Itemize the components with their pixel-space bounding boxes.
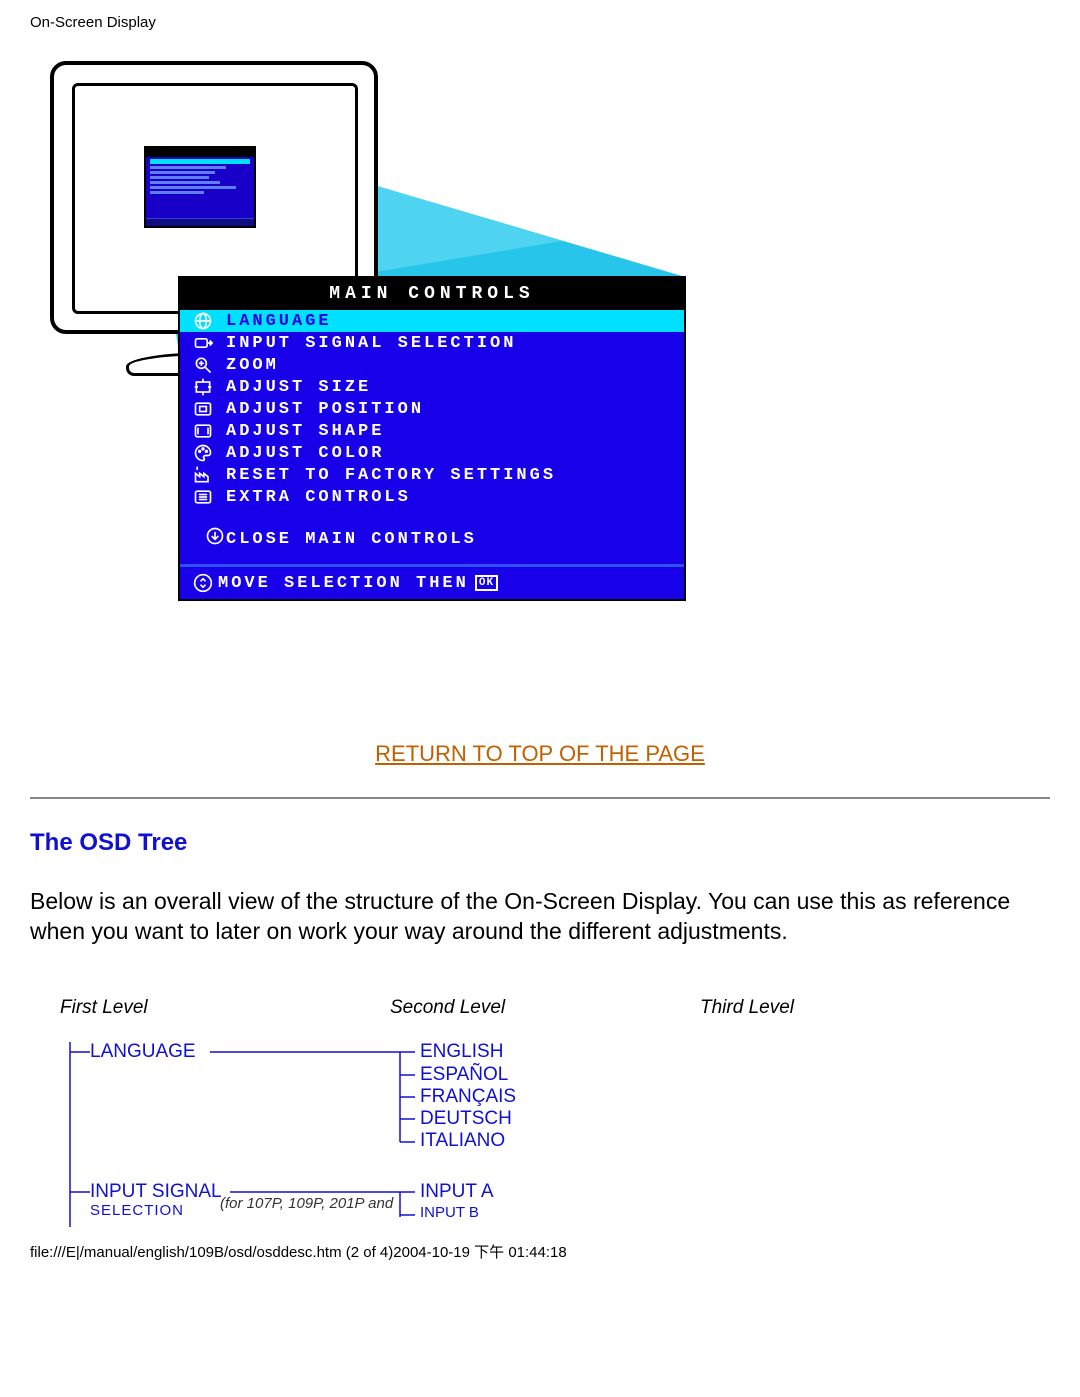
tree-item-input-signal-sub: SELECTION [90,1202,184,1219]
osd-panel: MAIN CONTROLS LANGUAGE INPUT SIGNAL SELE… [178,276,686,601]
size-icon [188,377,218,397]
tree-lang-francais: FRANÇAIS [420,1086,516,1108]
section-title: The OSD Tree [30,829,1050,857]
palette-icon [188,443,218,463]
tree-lang-espanol: ESPAÑOL [420,1064,508,1086]
osd-item-zoom[interactable]: ZOOM [180,354,684,376]
list-icon [188,487,218,507]
return-to-top-link[interactable]: RETURN TO TOP OF THE PAGE [375,741,705,766]
osd-item-adjust-size[interactable]: ADJUST SIZE [180,376,684,398]
osd-item-input-signal[interactable]: INPUT SIGNAL SELECTION [180,332,684,354]
osd-item-label: INPUT SIGNAL SELECTION [218,334,516,353]
input-icon [188,333,218,353]
section-body: Below is an overall view of the structur… [30,887,1050,947]
osd-item-label: EXTRA CONTROLS [218,488,411,507]
tree-lang-english: ENGLISH [420,1041,503,1063]
tree-lang-deutsch: DEUTSCH [420,1108,512,1130]
osd-close[interactable]: CLOSE MAIN CONTROLS [180,524,684,554]
osd-item-extra[interactable]: EXTRA CONTROLS [180,486,684,508]
osd-item-label: LANGUAGE [218,312,332,331]
page-footer-path: file:///E|/manual/english/109B/osd/osdde… [0,1237,1080,1270]
tree-input-b-partial: INPUT B [420,1204,479,1221]
osd-item-label: RESET TO FACTORY SETTINGS [218,466,556,485]
osd-item-language[interactable]: LANGUAGE [180,310,684,332]
updown-icon [188,573,218,593]
osd-item-adjust-color[interactable]: ADJUST COLOR [180,442,684,464]
divider [30,797,1050,799]
tree-lang-italiano: ITALIANO [420,1130,505,1152]
osd-item-label: ZOOM [218,356,279,375]
osd-item-adjust-position[interactable]: ADJUST POSITION [180,398,684,420]
close-down-icon [204,526,226,552]
osd-footer: MOVE SELECTION THEN OK [180,564,684,599]
osd-close-label: CLOSE MAIN CONTROLS [226,530,477,549]
tree-item-language: LANGUAGE [90,1041,196,1063]
osd-item-reset[interactable]: RESET TO FACTORY SETTINGS [180,464,684,486]
osd-illustration: MAIN CONTROLS LANGUAGE INPUT SIGNAL SELE… [30,61,730,681]
osd-item-label: ADJUST SHAPE [218,422,384,441]
osd-footer-text: MOVE SELECTION THEN [218,574,469,593]
osd-item-label: ADJUST COLOR [218,444,384,463]
shape-icon [188,421,218,441]
osd-item-label: ADJUST SIZE [218,378,371,397]
osd-item-label: ADJUST POSITION [218,400,424,419]
ok-button-icon: OK [475,575,498,591]
factory-icon [188,465,218,485]
mini-osd-preview [144,146,256,228]
position-icon [188,399,218,419]
osd-tree-figure: First Level Second Level Third Level [30,997,990,1227]
return-link-container: RETURN TO TOP OF THE PAGE [30,741,1050,767]
zoom-icon [188,355,218,375]
osd-title: MAIN CONTROLS [180,278,684,310]
tree-item-input-signal: INPUT SIGNAL [90,1181,222,1203]
tree-input-a: INPUT A [420,1181,494,1203]
globe-icon [188,311,218,331]
osd-item-adjust-shape[interactable]: ADJUST SHAPE [180,420,684,442]
page-header: On-Screen Display [30,14,1050,31]
tree-item-note: (for 107P, 109P, 201P and [220,1195,393,1212]
